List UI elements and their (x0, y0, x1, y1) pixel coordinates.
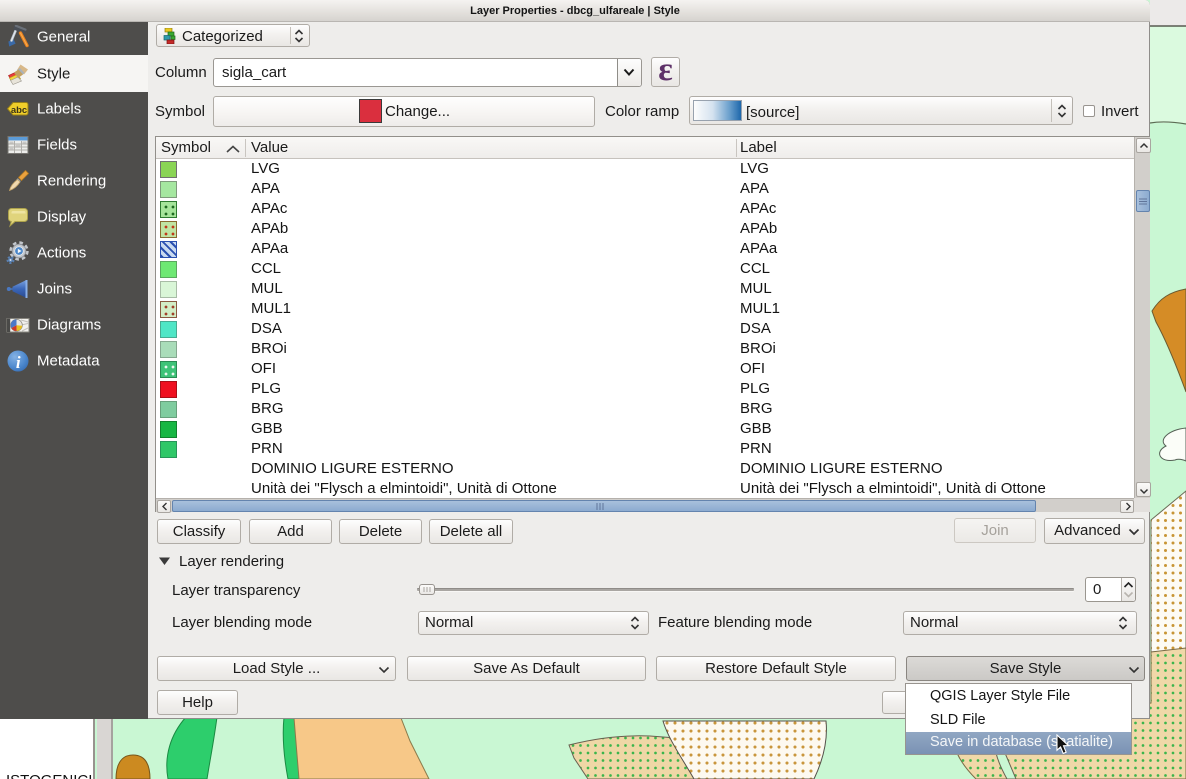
svg-text:i: i (16, 353, 21, 372)
svg-text:abc: abc (11, 105, 27, 116)
